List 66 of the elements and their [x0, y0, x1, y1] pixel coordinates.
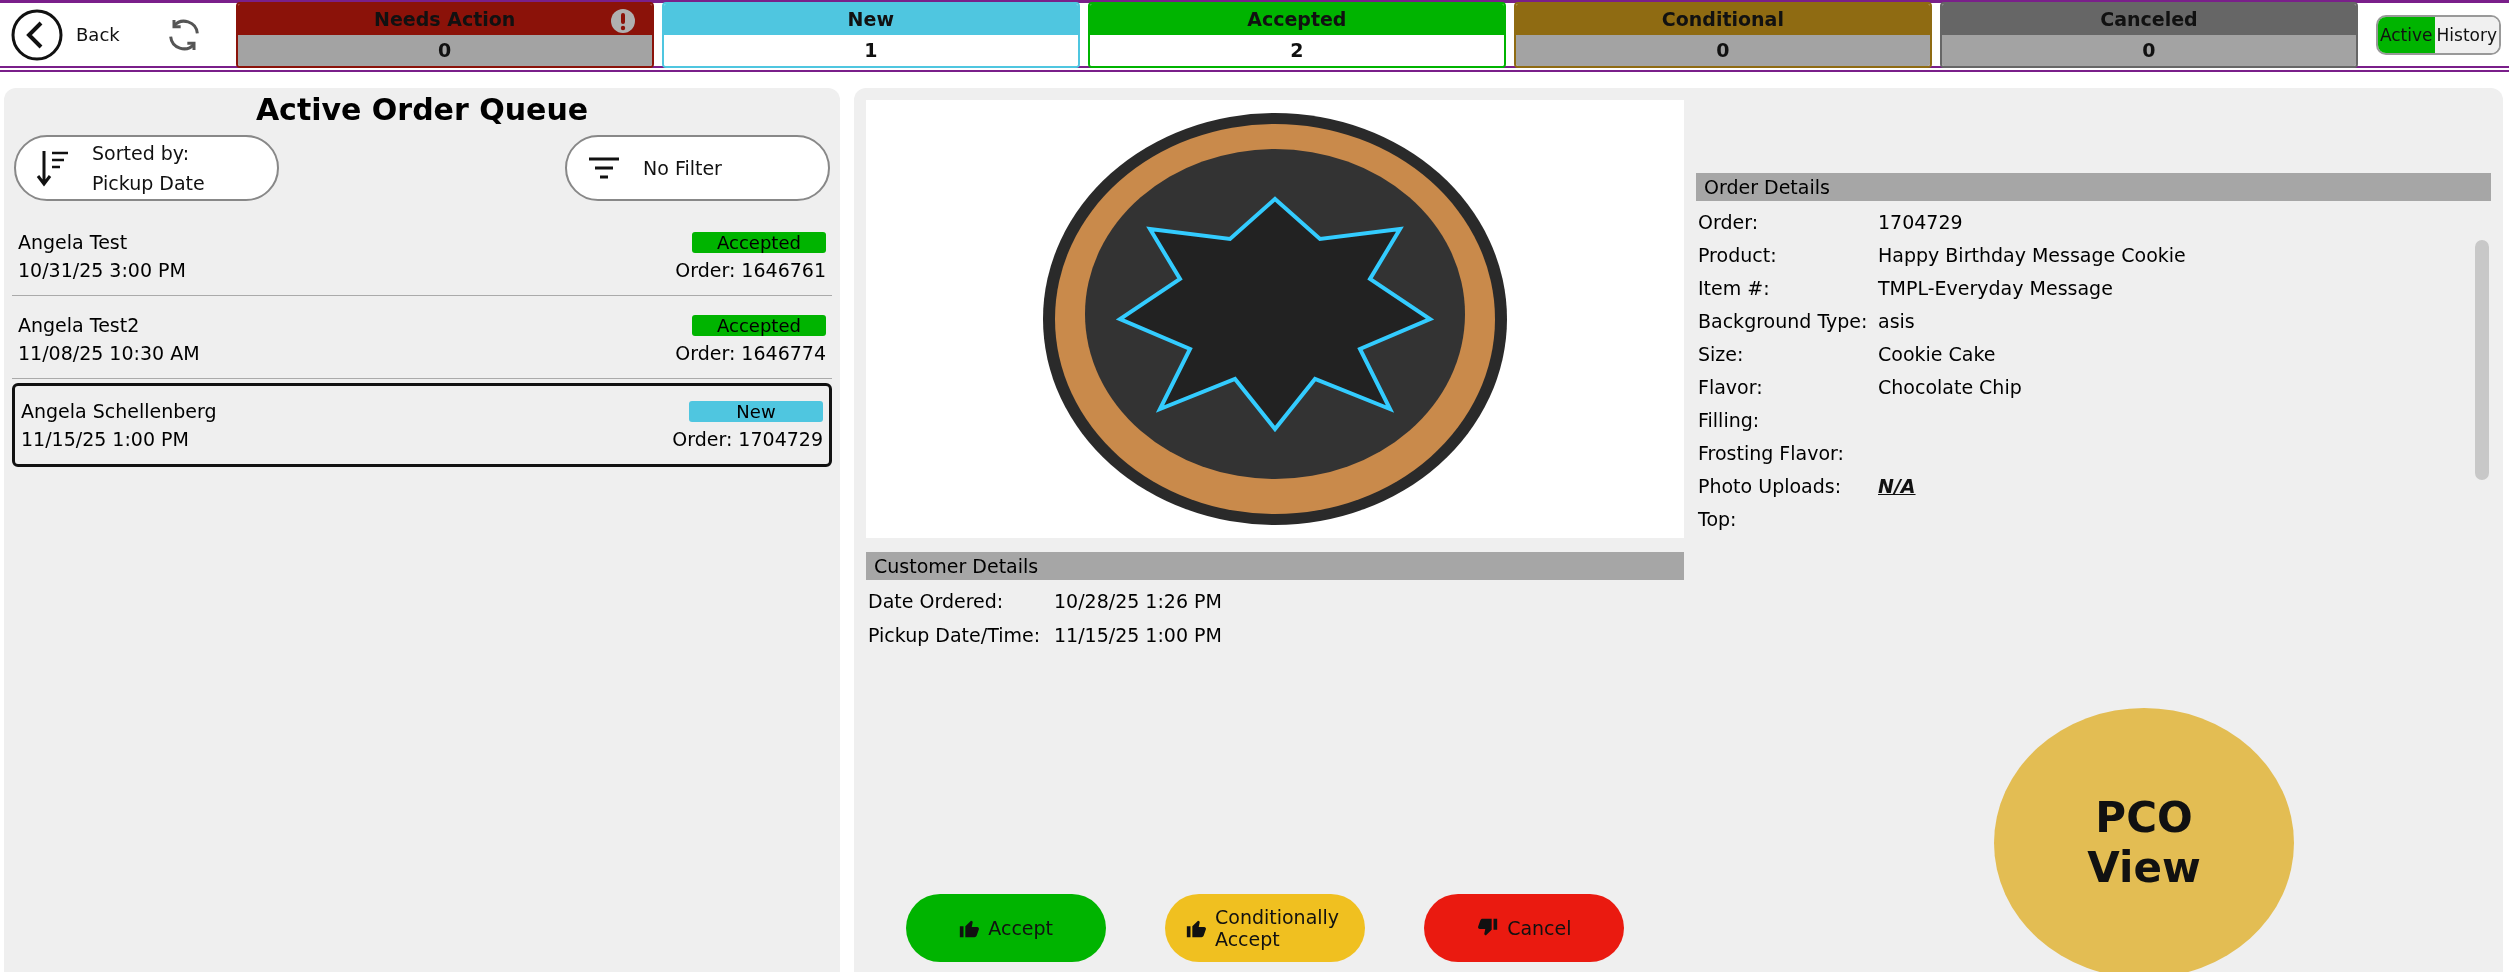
- status-badge: Accepted: [692, 314, 826, 336]
- field-label: Size:: [1698, 343, 1745, 365]
- view-toggle-option[interactable]: History: [2434, 16, 2499, 53]
- status-label: Needs Action: [374, 8, 516, 30]
- field-label: Item #:: [1698, 277, 1771, 299]
- field-value: asis: [1878, 310, 1916, 332]
- status-count: 2: [1290, 39, 1304, 61]
- status-count: 0: [2142, 39, 2156, 61]
- status-count: 1: [864, 39, 878, 61]
- sort-icon: [36, 149, 70, 187]
- action-button[interactable]: Cancel: [1424, 894, 1625, 962]
- sort-button[interactable]: Sorted by: Pickup Date: [14, 135, 279, 201]
- status-label: Canceled: [2100, 8, 2198, 30]
- field-value: 1704729: [1878, 211, 1964, 233]
- customer-name: Angela Test: [18, 231, 128, 253]
- status-count: 0: [438, 39, 452, 61]
- field-value: Happy Birthday Message Cookie: [1878, 244, 2187, 266]
- queue-title: Active Order Queue: [254, 92, 590, 127]
- field-value: Chocolate Chip: [1878, 376, 2023, 398]
- action-button[interactable]: Conditionally Accept: [1165, 894, 1365, 962]
- field-value: TMPL-Everyday Message: [1878, 277, 2114, 299]
- field-label: Frosting Flavor:: [1698, 442, 1845, 464]
- field-label: Background Type:: [1698, 310, 1869, 332]
- order-number: Order: 1704729: [672, 427, 823, 450]
- pickup-time: 11/08/25 10:30 AM: [18, 342, 200, 364]
- field-label: Product:: [1698, 244, 1778, 266]
- pickup-time: 10/31/25 3:00 PM: [18, 259, 186, 281]
- status-badge: Accepted: [692, 231, 826, 253]
- field-label: Flavor:: [1698, 376, 1764, 398]
- pickup-time: 11/15/25 1:00 PM: [21, 428, 189, 450]
- status-label: New: [847, 8, 894, 30]
- scrollbar[interactable]: [2475, 240, 2489, 480]
- status-tile[interactable]: Canceled 0: [1939, 1, 2358, 68]
- view-toggle-option[interactable]: Active: [2377, 16, 2435, 53]
- status-tile[interactable]: New 1: [661, 1, 1080, 68]
- order-row[interactable]: Angela Schellenberg 11/15/25 1:00 PM New Order: 1704729: [12, 383, 832, 467]
- order-number: Order: 1646761: [675, 258, 826, 281]
- status-count: 0: [1716, 39, 1730, 61]
- back-button[interactable]: Back: [4, 7, 126, 62]
- field-value: 11/15/25 1:00 PM: [1054, 624, 1223, 646]
- customer-name: Angela Test2: [18, 314, 140, 336]
- field-value: 10/28/25 1:26 PM: [1054, 590, 1223, 612]
- field-label: Order:: [1698, 211, 1760, 233]
- filter-button[interactable]: No Filter: [565, 135, 830, 201]
- filter-icon: [587, 156, 621, 180]
- section-header: Customer Details: [866, 552, 1684, 580]
- field-label: Filling:: [1698, 409, 1761, 431]
- status-tile[interactable]: Accepted 2: [1087, 1, 1506, 68]
- customer-name: Angela Schellenberg: [21, 400, 217, 422]
- status-tile[interactable]: Needs Action 0: [235, 1, 654, 68]
- field-label: Top:: [1698, 508, 1738, 530]
- field-label: Pickup Date/Time:: [868, 624, 1042, 646]
- status-tile[interactable]: Conditional 0: [1513, 1, 1932, 68]
- status-badge: New: [689, 400, 823, 422]
- photo-uploads-link[interactable]: N/A: [1878, 475, 2489, 497]
- action-button[interactable]: Accept: [905, 894, 1106, 962]
- status-label: Accepted: [1247, 8, 1347, 30]
- order-number: Order: 1646774: [675, 341, 826, 364]
- view-badge: PCO View: [1994, 708, 2294, 972]
- section-header: Order Details: [1696, 173, 2491, 201]
- order-row[interactable]: Angela Test2 11/08/25 10:30 AM Accepted Order: 1646774: [12, 300, 832, 379]
- order-row[interactable]: Angela Test 10/31/25 3:00 PM Accepted Order: 1646761: [12, 217, 832, 296]
- status-label: Conditional: [1661, 8, 1784, 30]
- field-label: Date Ordered:: [868, 590, 1005, 612]
- field-label: Photo Uploads:: [1698, 475, 1843, 497]
- field-value: Cookie Cake: [1878, 343, 1997, 365]
